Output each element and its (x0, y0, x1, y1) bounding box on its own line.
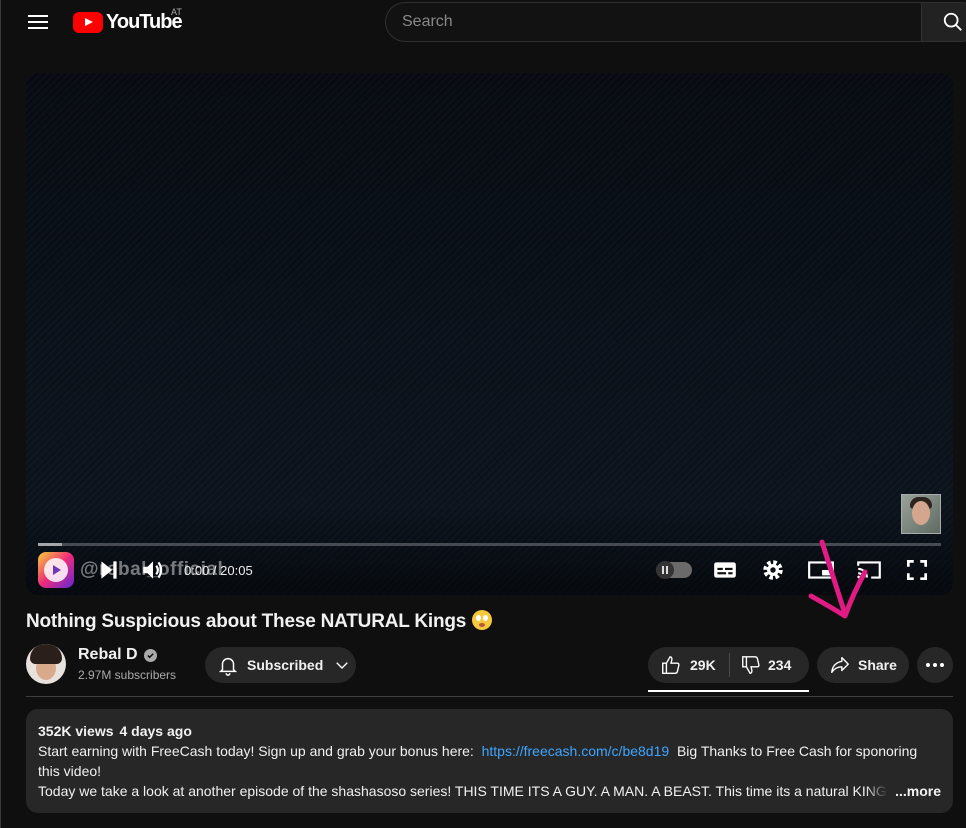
thumbs-down-icon (742, 656, 760, 674)
search-icon (943, 12, 962, 31)
youtube-logo[interactable]: YouTube AT (73, 7, 183, 34)
youtube-play-logo-icon (73, 11, 103, 33)
description-promo-text: Start earning with FreeCash today! Sign … (38, 743, 474, 759)
description-line-1: Start earning with FreeCash today! Sign … (38, 741, 941, 781)
settings-button[interactable] (760, 557, 786, 588)
dislike-button[interactable]: 234 (730, 654, 791, 676)
miniplayer-button[interactable] (807, 557, 835, 588)
like-bar-underline (648, 690, 809, 692)
subtitles-button[interactable] (712, 557, 738, 588)
fullscreen-button[interactable] (904, 557, 930, 588)
progress-buffered (38, 543, 62, 546)
search-input[interactable] (402, 13, 922, 31)
view-count: 352K views (38, 723, 114, 739)
next-video-thumbnail[interactable] (901, 494, 941, 534)
description-box[interactable]: 352K views 4 days ago Start earning with … (26, 709, 953, 813)
upload-date: 4 days ago (119, 723, 192, 739)
subtitles-icon (714, 562, 736, 578)
pause-icon (656, 561, 674, 579)
subscribed-label: Subscribed (247, 657, 324, 673)
more-horizontal-icon (926, 663, 944, 667)
cast-button[interactable] (855, 557, 883, 588)
like-dislike-bar: 29K 234 (648, 647, 809, 683)
volume-icon (143, 561, 163, 579)
description-meta: 352K views 4 days ago (38, 721, 941, 741)
search-button[interactable] (921, 2, 966, 42)
video-player[interactable]: @rebal_official 0:00 / 20:05 (26, 73, 953, 595)
time-display: 0:00 / 20:05 (184, 563, 253, 578)
video-title: Nothing Suspicious about These NATURAL K… (26, 610, 493, 633)
page-frame: YouTube AT @rebal_official (0, 0, 966, 828)
thumbs-up-icon (662, 656, 680, 674)
share-icon (831, 656, 849, 674)
next-button[interactable] (96, 557, 122, 588)
skip-next-icon (101, 561, 117, 579)
channel-name-text: Rebal D (78, 646, 138, 663)
share-label: Share (858, 657, 897, 673)
progress-bar[interactable] (38, 543, 941, 546)
bell-icon (218, 657, 238, 676)
verified-check-icon (143, 648, 157, 662)
share-button[interactable]: Share (817, 647, 909, 683)
volume-button[interactable] (140, 557, 166, 588)
channel-name[interactable]: Rebal D (78, 646, 157, 664)
country-code: AT (171, 7, 182, 17)
like-button[interactable]: 29K (648, 654, 729, 676)
more-actions-button[interactable] (917, 647, 953, 683)
like-count: 29K (690, 657, 716, 673)
instagram-logo-icon (38, 552, 74, 588)
video-title-text: Nothing Suspicious about These NATURAL K… (26, 611, 467, 632)
channel-avatar[interactable] (26, 644, 66, 684)
description-line-3: Today we take a look at another episode … (38, 781, 941, 801)
hamburger-menu-icon[interactable] (23, 10, 53, 34)
subscriber-count: 2.97M subscribers (78, 668, 177, 682)
dislike-count: 234 (768, 657, 792, 673)
chevron-down-icon (336, 662, 348, 669)
section-divider (26, 696, 953, 697)
search-bar (385, 2, 922, 42)
promo-link[interactable]: https://freecash.com/c/be8d19 (482, 743, 670, 759)
subscribed-button[interactable]: Subscribed (205, 647, 356, 683)
miniplayer-icon (808, 561, 834, 579)
gear-icon (763, 560, 783, 580)
cast-icon (857, 561, 881, 579)
autoplay-toggle[interactable] (656, 561, 692, 579)
flushed-face-emoji-icon (472, 610, 493, 630)
description-summary-text: Today we take a look at another episode … (38, 783, 907, 799)
fullscreen-icon (906, 559, 928, 581)
show-more-link[interactable]: ...more (865, 781, 941, 801)
